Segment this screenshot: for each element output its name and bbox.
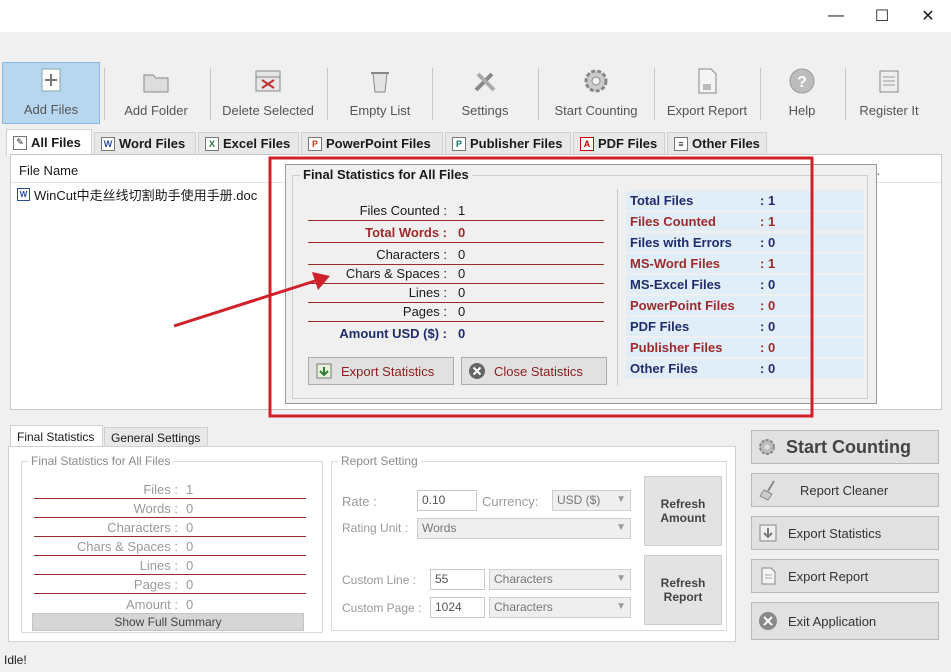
tab-general-settings[interactable]: General Settings (104, 427, 208, 447)
report-setting-groupbox: Report Setting Rate : 0.10 Currency: USD… (331, 454, 727, 631)
chevron-down-icon: ▼ (616, 601, 626, 612)
custom-line-value: 55 (435, 572, 449, 586)
chevron-down-icon: ▼ (616, 494, 626, 505)
refresh-report-label: Refresh Report (660, 576, 706, 604)
custom-line-input[interactable]: 55 (430, 569, 485, 590)
show-full-summary-label: Show Full Summary (114, 615, 222, 629)
refresh-report-button[interactable]: Refresh Report (644, 555, 722, 625)
custom-page-input[interactable]: 1024 (430, 597, 485, 618)
rate-value: 0.10 (422, 493, 446, 507)
rating-unit-value: Words (422, 521, 457, 535)
annotation-arrow (173, 278, 319, 328)
start-counting-button[interactable]: Start Counting (751, 430, 939, 464)
summary-value: 0 (186, 577, 194, 592)
tab-label: Final Statistics (17, 429, 95, 444)
currency-value: USD ($) (557, 493, 601, 507)
custom-line-label: Custom Line : (342, 573, 417, 587)
summary-row-files: Files : 1 (34, 480, 306, 499)
rating-unit-label: Rating Unit : (342, 521, 409, 535)
close-circle-icon (759, 612, 777, 630)
export-statistics-side-label: Export Statistics (788, 525, 882, 541)
summary-label: Characters : (107, 520, 178, 535)
custom-page-unit-value: Characters (494, 600, 553, 614)
annotation-box (268, 156, 814, 418)
summary-row-characters: Characters : 0 (34, 518, 306, 537)
tab-label: General Settings (111, 430, 201, 445)
custom-page-label: Custom Page : (342, 601, 422, 615)
summary-value: 1 (186, 482, 194, 497)
custom-line-unit-select[interactable]: Characters ▼ (489, 569, 631, 590)
summary-value: 0 (186, 539, 194, 554)
chevron-down-icon: ▼ (616, 522, 626, 533)
rate-label: Rate : (342, 494, 377, 509)
exit-application-label: Exit Application (788, 613, 877, 629)
exit-application-button[interactable]: Exit Application (751, 602, 939, 640)
currency-label: Currency: (482, 494, 539, 509)
refresh-amount-button[interactable]: Refresh Amount (644, 476, 722, 546)
summary-value: 0 (186, 597, 194, 612)
export-report-side-button[interactable]: Export Report (751, 559, 939, 593)
chevron-down-icon: ▼ (616, 573, 626, 584)
summary-row-lines: Lines : 0 (34, 556, 306, 575)
summary-row-amount: Amount : 0 (34, 595, 306, 614)
report-setting-legend: Report Setting (338, 454, 421, 468)
report-cleaner-button[interactable]: Report Cleaner (751, 473, 939, 507)
summary-value: 0 (186, 501, 194, 516)
broom-icon (759, 480, 775, 501)
summary-label: Lines : (139, 558, 178, 573)
refresh-amount-label: Refresh Amount (660, 497, 706, 525)
export-statistics-side-button[interactable]: Export Statistics (751, 516, 939, 550)
summary-legend: Final Statistics for All Files (28, 454, 174, 468)
bottom-panel: Final Statistics for All Files Files :1 … (8, 446, 736, 642)
tab-final-statistics[interactable]: Final Statistics (10, 425, 103, 447)
status-text: Idle! (4, 653, 27, 667)
summary-label: Words : (133, 501, 178, 516)
export-report-icon (761, 567, 776, 585)
custom-line-unit-value: Characters (494, 572, 553, 586)
summary-label: Files : (143, 482, 178, 497)
summary-row-pages: Pages : 0 (34, 575, 306, 594)
report-cleaner-label: Report Cleaner (800, 482, 889, 498)
summary-row-chars-spaces: Chars & Spaces : 0 (34, 537, 306, 556)
custom-page-value: 1024 (435, 600, 462, 614)
export-statistics-icon (759, 524, 777, 542)
custom-page-unit-select[interactable]: Characters ▼ (489, 597, 631, 618)
rating-unit-select[interactable]: Words ▼ (417, 518, 631, 539)
summary-value: 0 (186, 558, 194, 573)
currency-select[interactable]: USD ($) ▼ (552, 490, 631, 511)
gear-icon (759, 439, 775, 455)
summary-label: Chars & Spaces : (76, 539, 178, 554)
summary-row-words: Words : 0 (34, 499, 306, 518)
summary-label: Pages : (133, 577, 178, 592)
show-full-summary-button[interactable]: Show Full Summary (32, 613, 304, 631)
rate-input[interactable]: 0.10 (417, 490, 477, 511)
summary-label: Amount : (125, 597, 178, 612)
summary-groupbox: Final Statistics for All Files Files :1 … (21, 454, 323, 633)
export-report-side-label: Export Report (788, 568, 869, 584)
start-counting-button-label: Start Counting (786, 436, 911, 457)
summary-value: 0 (186, 520, 194, 535)
status-bar: Idle! (0, 650, 951, 672)
